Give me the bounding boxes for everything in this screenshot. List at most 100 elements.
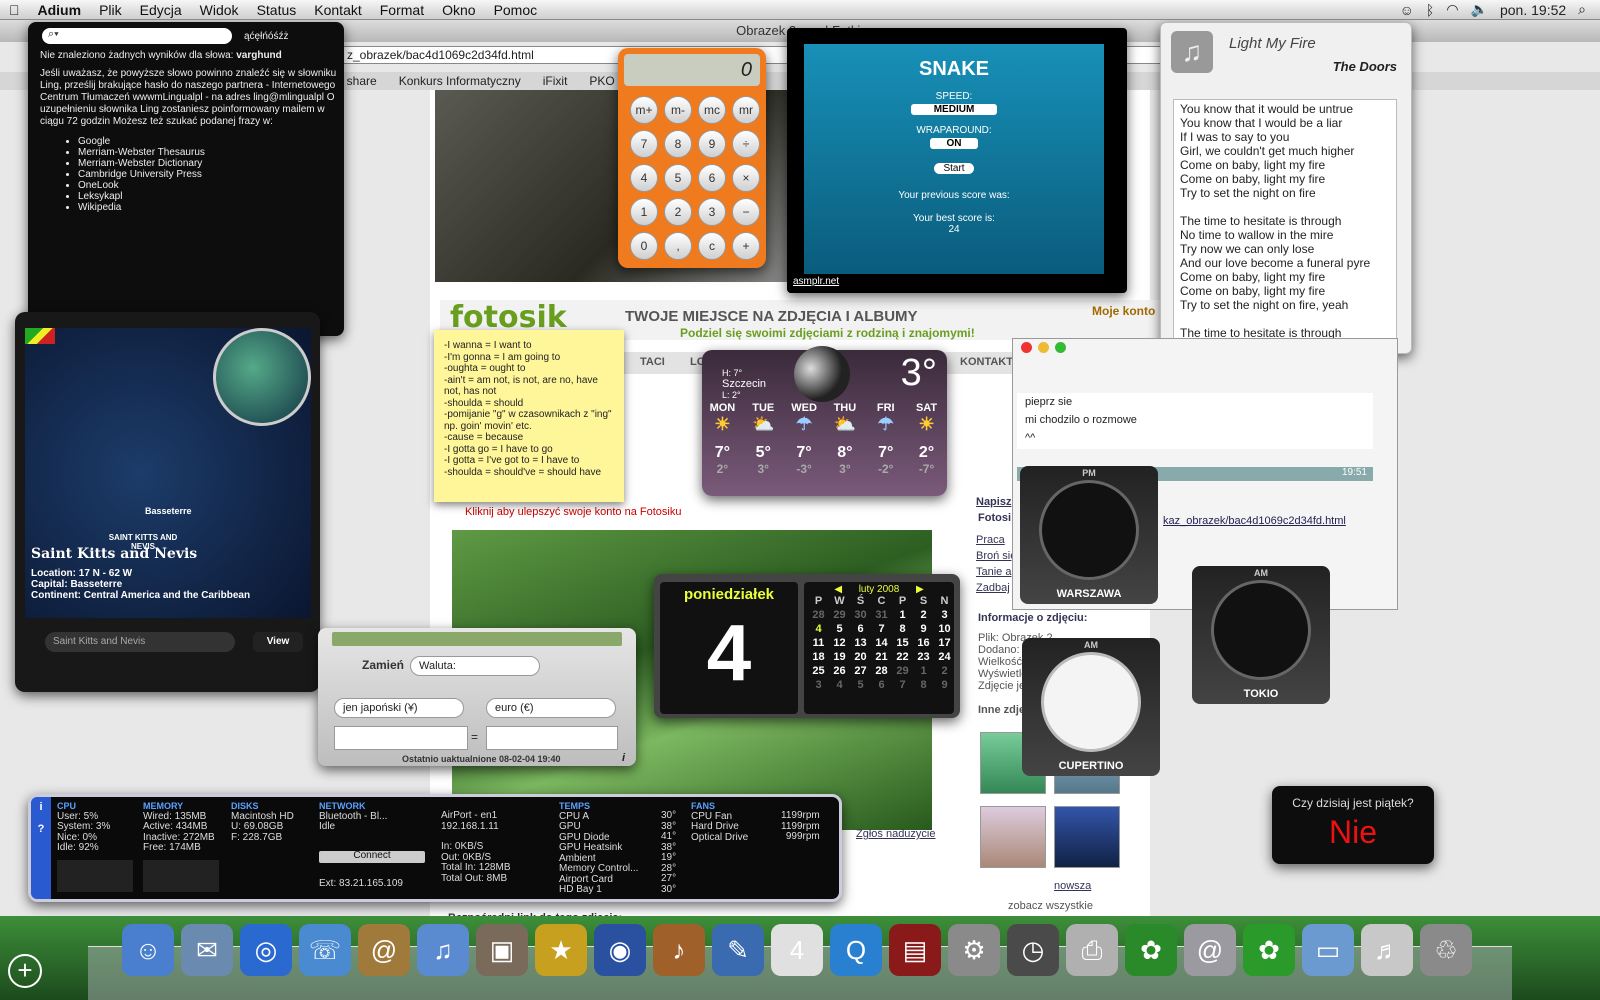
source-link[interactable]: Leksykapl [78,191,338,202]
addressbook-icon[interactable]: @ [358,924,410,976]
snake-screen[interactable]: SNAKE SPEED: MEDIUM WRAPAROUND: ON Start… [804,44,1104,274]
calendar-day[interactable]: 18 [808,651,829,663]
source-link[interactable]: Google [78,136,338,147]
calc-key[interactable]: 8 [664,130,692,158]
source-link[interactable]: Merriam-Webster Dictionary [78,158,338,169]
dictionary-search-field[interactable]: ⌕▾ [42,28,232,44]
source-link[interactable]: Merriam-Webster Thesaurus [78,147,338,158]
next-month-icon[interactable]: ▶ [913,584,924,595]
help-icon[interactable]: ? [31,823,51,835]
calendar-day[interactable]: 25 [808,665,829,677]
prev-month-icon[interactable]: ◀ [834,584,844,595]
sidebar-link[interactable]: Tanie a [976,566,1011,578]
menu-widok[interactable]: Widok [191,2,248,18]
safari-icon[interactable]: ◎ [240,924,292,976]
view-button[interactable]: View [253,632,303,652]
snake-credit-link[interactable]: asmplr.net [793,276,839,287]
calc-key[interactable]: 5 [664,164,692,192]
clock-widget-tokio[interactable]: AM TOKIO [1192,566,1330,704]
mail-at-icon[interactable]: @ [1184,924,1236,976]
adium-icon[interactable]: ✿ [1125,924,1177,976]
trash-icon[interactable]: ♲ [1420,924,1472,976]
from-amount-input[interactable] [334,726,468,750]
quicktime-icon[interactable]: Q [830,924,882,976]
calendar-day[interactable]: 30 [850,609,871,621]
calendar-day[interactable]: 13 [850,637,871,649]
bookmark-item[interactable]: iFixit [543,74,568,88]
calendar-day[interactable]: 4 [829,679,850,691]
calendar-day[interactable]: 16 [913,637,934,649]
bluetooth-icon[interactable]: ᛒ [1426,2,1434,18]
calendar-day[interactable]: 20 [850,651,871,663]
calendar-day[interactable]: 29 [829,609,850,621]
calc-key[interactable]: mr [732,96,760,124]
dgg-icon[interactable]: ♬ [1361,924,1413,976]
calendar-day[interactable]: 19 [829,651,850,663]
menu-kontakt[interactable]: Kontakt [305,2,370,18]
upgrade-link[interactable]: Kliknij aby ulepszyć swoje konto na Foto… [465,506,681,518]
idvd-icon[interactable]: ◉ [594,924,646,976]
calc-key[interactable]: × [732,164,760,192]
mail-icon[interactable]: ✉ [181,924,233,976]
calendar-day[interactable]: 3 [808,679,829,691]
source-link[interactable]: OneLook [78,180,338,191]
calendar-day[interactable]: 6 [871,679,892,691]
menu-plik[interactable]: Plik [90,2,131,18]
wraparound-select[interactable]: ON [930,138,978,149]
iweb-icon[interactable]: ✎ [712,924,764,976]
menu-pomoc[interactable]: Pomoc [485,2,547,18]
calendar-day[interactable]: 28 [808,609,829,621]
add-widget-icon[interactable]: + [8,954,42,988]
frog-icon[interactable]: ✿ [1243,924,1295,976]
ical-icon[interactable]: 4 [771,924,823,976]
zoom-icon[interactable] [1055,341,1066,353]
calendar-day[interactable]: 9 [913,623,934,635]
calendar-day[interactable]: 2 [934,665,955,677]
to-amount-input[interactable] [486,726,618,750]
calendar-day[interactable]: 15 [892,637,913,649]
calendar-day[interactable]: 11 [808,637,829,649]
menu-edycja[interactable]: Edycja [131,2,191,18]
calendar-day[interactable]: 7 [892,679,913,691]
calendar-day[interactable]: 8 [892,623,913,635]
printer-icon[interactable]: ⎙ [1066,924,1118,976]
calc-key[interactable]: 2 [664,198,692,226]
bookmark-item[interactable]: t share [340,74,377,88]
calendar-day[interactable]: 5 [850,679,871,691]
timemachine-icon[interactable]: ◷ [1007,924,1059,976]
photobooth-icon[interactable]: ▤ [889,924,941,976]
calendar-day[interactable]: 29 [892,665,913,677]
imovie-icon[interactable]: ★ [535,924,587,976]
calc-key[interactable]: c [698,232,726,260]
calendar-day[interactable]: 14 [871,637,892,649]
adium-status-icon[interactable]: ☺ [1400,2,1414,18]
see-all-link[interactable]: zobacz wszystkie [1008,900,1093,912]
volume-icon[interactable]: 🔈 [1471,1,1488,18]
calendar-day[interactable]: 31 [871,609,892,621]
sidebar-link[interactable]: Praca [976,534,1005,546]
calendar-day[interactable]: 7 [871,623,892,635]
finder-icon[interactable]: ☺ [122,924,174,976]
calendar-day[interactable]: 12 [829,637,850,649]
sidebar-link[interactable]: Fotosi [978,512,1011,524]
calendar-day[interactable]: 27 [850,665,871,677]
ichat-icon[interactable]: ☏ [299,924,351,976]
start-button[interactable]: Start [934,163,974,174]
calendar-day[interactable]: 1 [913,665,934,677]
menu-app-name[interactable]: Adium [29,2,91,18]
weather-widget[interactable]: H: 7° Szczecin L: 2° 3° MON ☀ 7° 2° TUE ⛅ 5° 3… [702,346,947,496]
calc-key[interactable]: 3 [698,198,726,226]
calendar-day[interactable]: 6 [850,623,871,635]
apple-icon[interactable]:  [0,2,29,18]
calc-key[interactable]: − [732,198,760,226]
chat-link[interactable]: kaz_obrazek/bac4d1069c2d34fd.html [1163,515,1346,527]
calc-key[interactable]: + [732,232,760,260]
thumbnail[interactable] [980,806,1046,868]
calc-key[interactable]: 0 [630,232,658,260]
from-currency-select[interactable]: jen japoński (¥) [334,698,464,718]
calendar-day[interactable]: 2 [913,609,934,621]
calc-key[interactable]: 9 [698,130,726,158]
report-link[interactable]: Zgłoś nadużycie [856,828,936,840]
folder-icon[interactable]: ▭ [1302,924,1354,976]
country-search-field[interactable]: Saint Kitts and Nevis [45,632,235,652]
